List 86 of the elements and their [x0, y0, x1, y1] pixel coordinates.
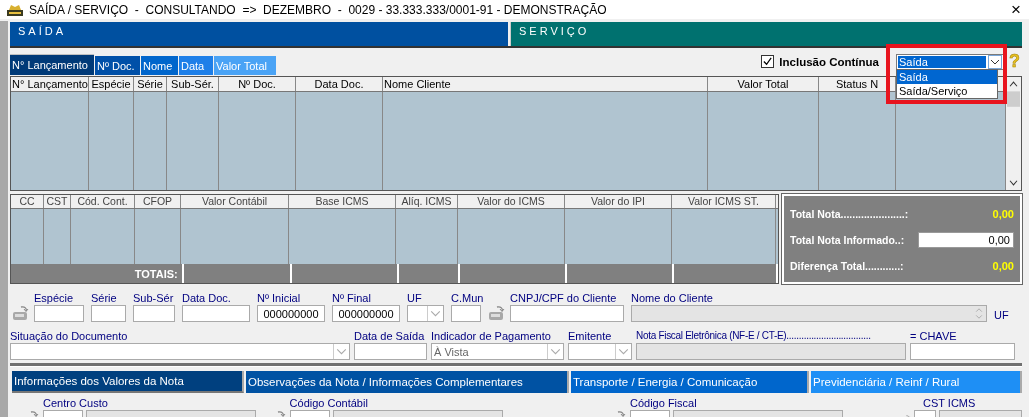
input-field[interactable]: [354, 343, 427, 360]
field-label: Nº Final: [332, 291, 372, 305]
caret-icon: [547, 344, 563, 359]
checkbox[interactable]: [761, 55, 775, 68]
field-label: Nota Fiscal Eletrônica (NF-E / CT-E)..................................: [636, 329, 872, 343]
column-header: CC: [11, 195, 44, 208]
field-label: Indicador de Pagamento: [431, 329, 552, 343]
input-field[interactable]: [182, 305, 250, 322]
sort-tab[interactable]: N° Lançamento: [10, 54, 94, 75]
combo-box[interactable]: [568, 343, 632, 360]
field-label: CNPJ/CPF do Cliente: [510, 291, 618, 305]
scrollbar[interactable]: [1006, 77, 1021, 190]
sort-tab[interactable]: Nº Doc.: [95, 56, 140, 75]
section-header: SERVIÇO: [510, 22, 1022, 46]
input-field[interactable]: [910, 343, 1015, 360]
field-label: Nome do Cliente: [631, 291, 714, 305]
input-field[interactable]: [133, 305, 175, 322]
column-header: Alíq. ICMS: [396, 195, 458, 208]
total-label: Diferença Total............:: [790, 260, 904, 272]
column-header: Nome Cliente: [383, 77, 708, 91]
input-field[interactable]: [34, 305, 84, 322]
column-header: Cód. Cont.: [71, 195, 135, 208]
column-header: Status N: [819, 77, 896, 91]
window-title: SAÍDA / SERVIÇO - CONSULTANDO => DEZEMBRO - 0029 - 33.333.333/0001-91 - DEMONSTRAÇÃO: [29, 2, 608, 17]
caret-icon: [333, 344, 349, 359]
section-tab[interactable]: Informações dos Valores da Nota: [12, 371, 244, 393]
column-header: Data Doc.: [296, 77, 383, 91]
column-header: Valor do IPI: [565, 195, 672, 208]
section-tab[interactable]: Transporte / Energia / Comunicação: [571, 371, 809, 393]
totals-label: TOTAIS:: [134, 267, 178, 280]
column-header: CFOP: [135, 195, 181, 208]
field-label: UF: [407, 291, 423, 305]
checkbox-label: Inclusão Contínua: [779, 55, 879, 68]
column-header: Valor do ICMS: [458, 195, 565, 208]
sort-tab[interactable]: Data: [179, 56, 213, 75]
field-label: Centro Custo: [42, 396, 109, 410]
printer-icon[interactable]: [12, 306, 30, 322]
caret-icon: [427, 306, 443, 321]
field-label: CST ICMS: [922, 396, 977, 410]
section-tab[interactable]: Observações da Nota / Informações Complementares: [246, 371, 569, 393]
total-value: 0,00: [992, 208, 1014, 220]
field-label: Sub-Sér: [133, 291, 175, 305]
spinner-icon: [974, 306, 984, 321]
field-label: Código Fiscal: [629, 396, 698, 410]
total-label: Total Nota Informado..:: [790, 234, 905, 246]
column-header: Nº Doc.: [219, 77, 296, 91]
input-field[interactable]: [91, 305, 126, 322]
column-header: CST: [44, 195, 71, 208]
dropdown-option[interactable]: Saída: [897, 69, 997, 84]
column-header: Valor ICMS ST.: [672, 195, 776, 208]
field-label: Nº Inicial: [257, 291, 302, 305]
close-button[interactable]: ×: [1003, 1, 1029, 18]
column-header: Valor Total: [708, 77, 819, 91]
caret-icon: [615, 344, 631, 359]
field-label: Data de Saída: [354, 329, 426, 343]
input-field[interactable]: [451, 305, 481, 322]
sort-tab[interactable]: Nome: [141, 56, 178, 75]
column-header: N° Lançamento: [11, 77, 89, 91]
combo-box[interactable]: À Vista: [431, 343, 564, 360]
combo-box[interactable]: [10, 343, 350, 360]
field-label: Data Doc.: [182, 291, 232, 305]
field-label: Situação do Documento: [10, 329, 129, 343]
column-header: Espécie: [89, 77, 134, 91]
total-value: 0,00: [992, 260, 1014, 272]
column-header: Base ICMS: [289, 195, 396, 208]
column-header: Sub-Sér.: [167, 77, 219, 91]
field-label: Série: [91, 291, 118, 305]
field-label: Código Contábil: [288, 396, 369, 410]
field-label: Espécie: [34, 291, 75, 305]
total-input[interactable]: 0,00: [918, 232, 1014, 248]
field-label: UF: [994, 308, 1008, 322]
app-icon: [6, 2, 24, 17]
input-field[interactable]: 000000000: [257, 305, 325, 322]
section-header: SAÍDA: [10, 22, 508, 46]
column-header: Valor Contábil: [181, 195, 289, 208]
dropdown-option[interactable]: Saída/Serviço: [897, 83, 997, 98]
field-label: Emitente: [568, 329, 613, 343]
column-header: Série: [134, 77, 167, 91]
input-field[interactable]: [510, 305, 624, 322]
field-label: C.Mun: [451, 291, 481, 305]
total-label: Total Nota......................:: [790, 208, 909, 220]
printer-icon[interactable]: [488, 306, 506, 322]
combo-box[interactable]: [407, 305, 444, 322]
input-field[interactable]: 000000000: [332, 305, 400, 322]
type-dropdown[interactable]: Saída: [896, 53, 1004, 70]
field-label: = CHAVE: [910, 329, 958, 343]
